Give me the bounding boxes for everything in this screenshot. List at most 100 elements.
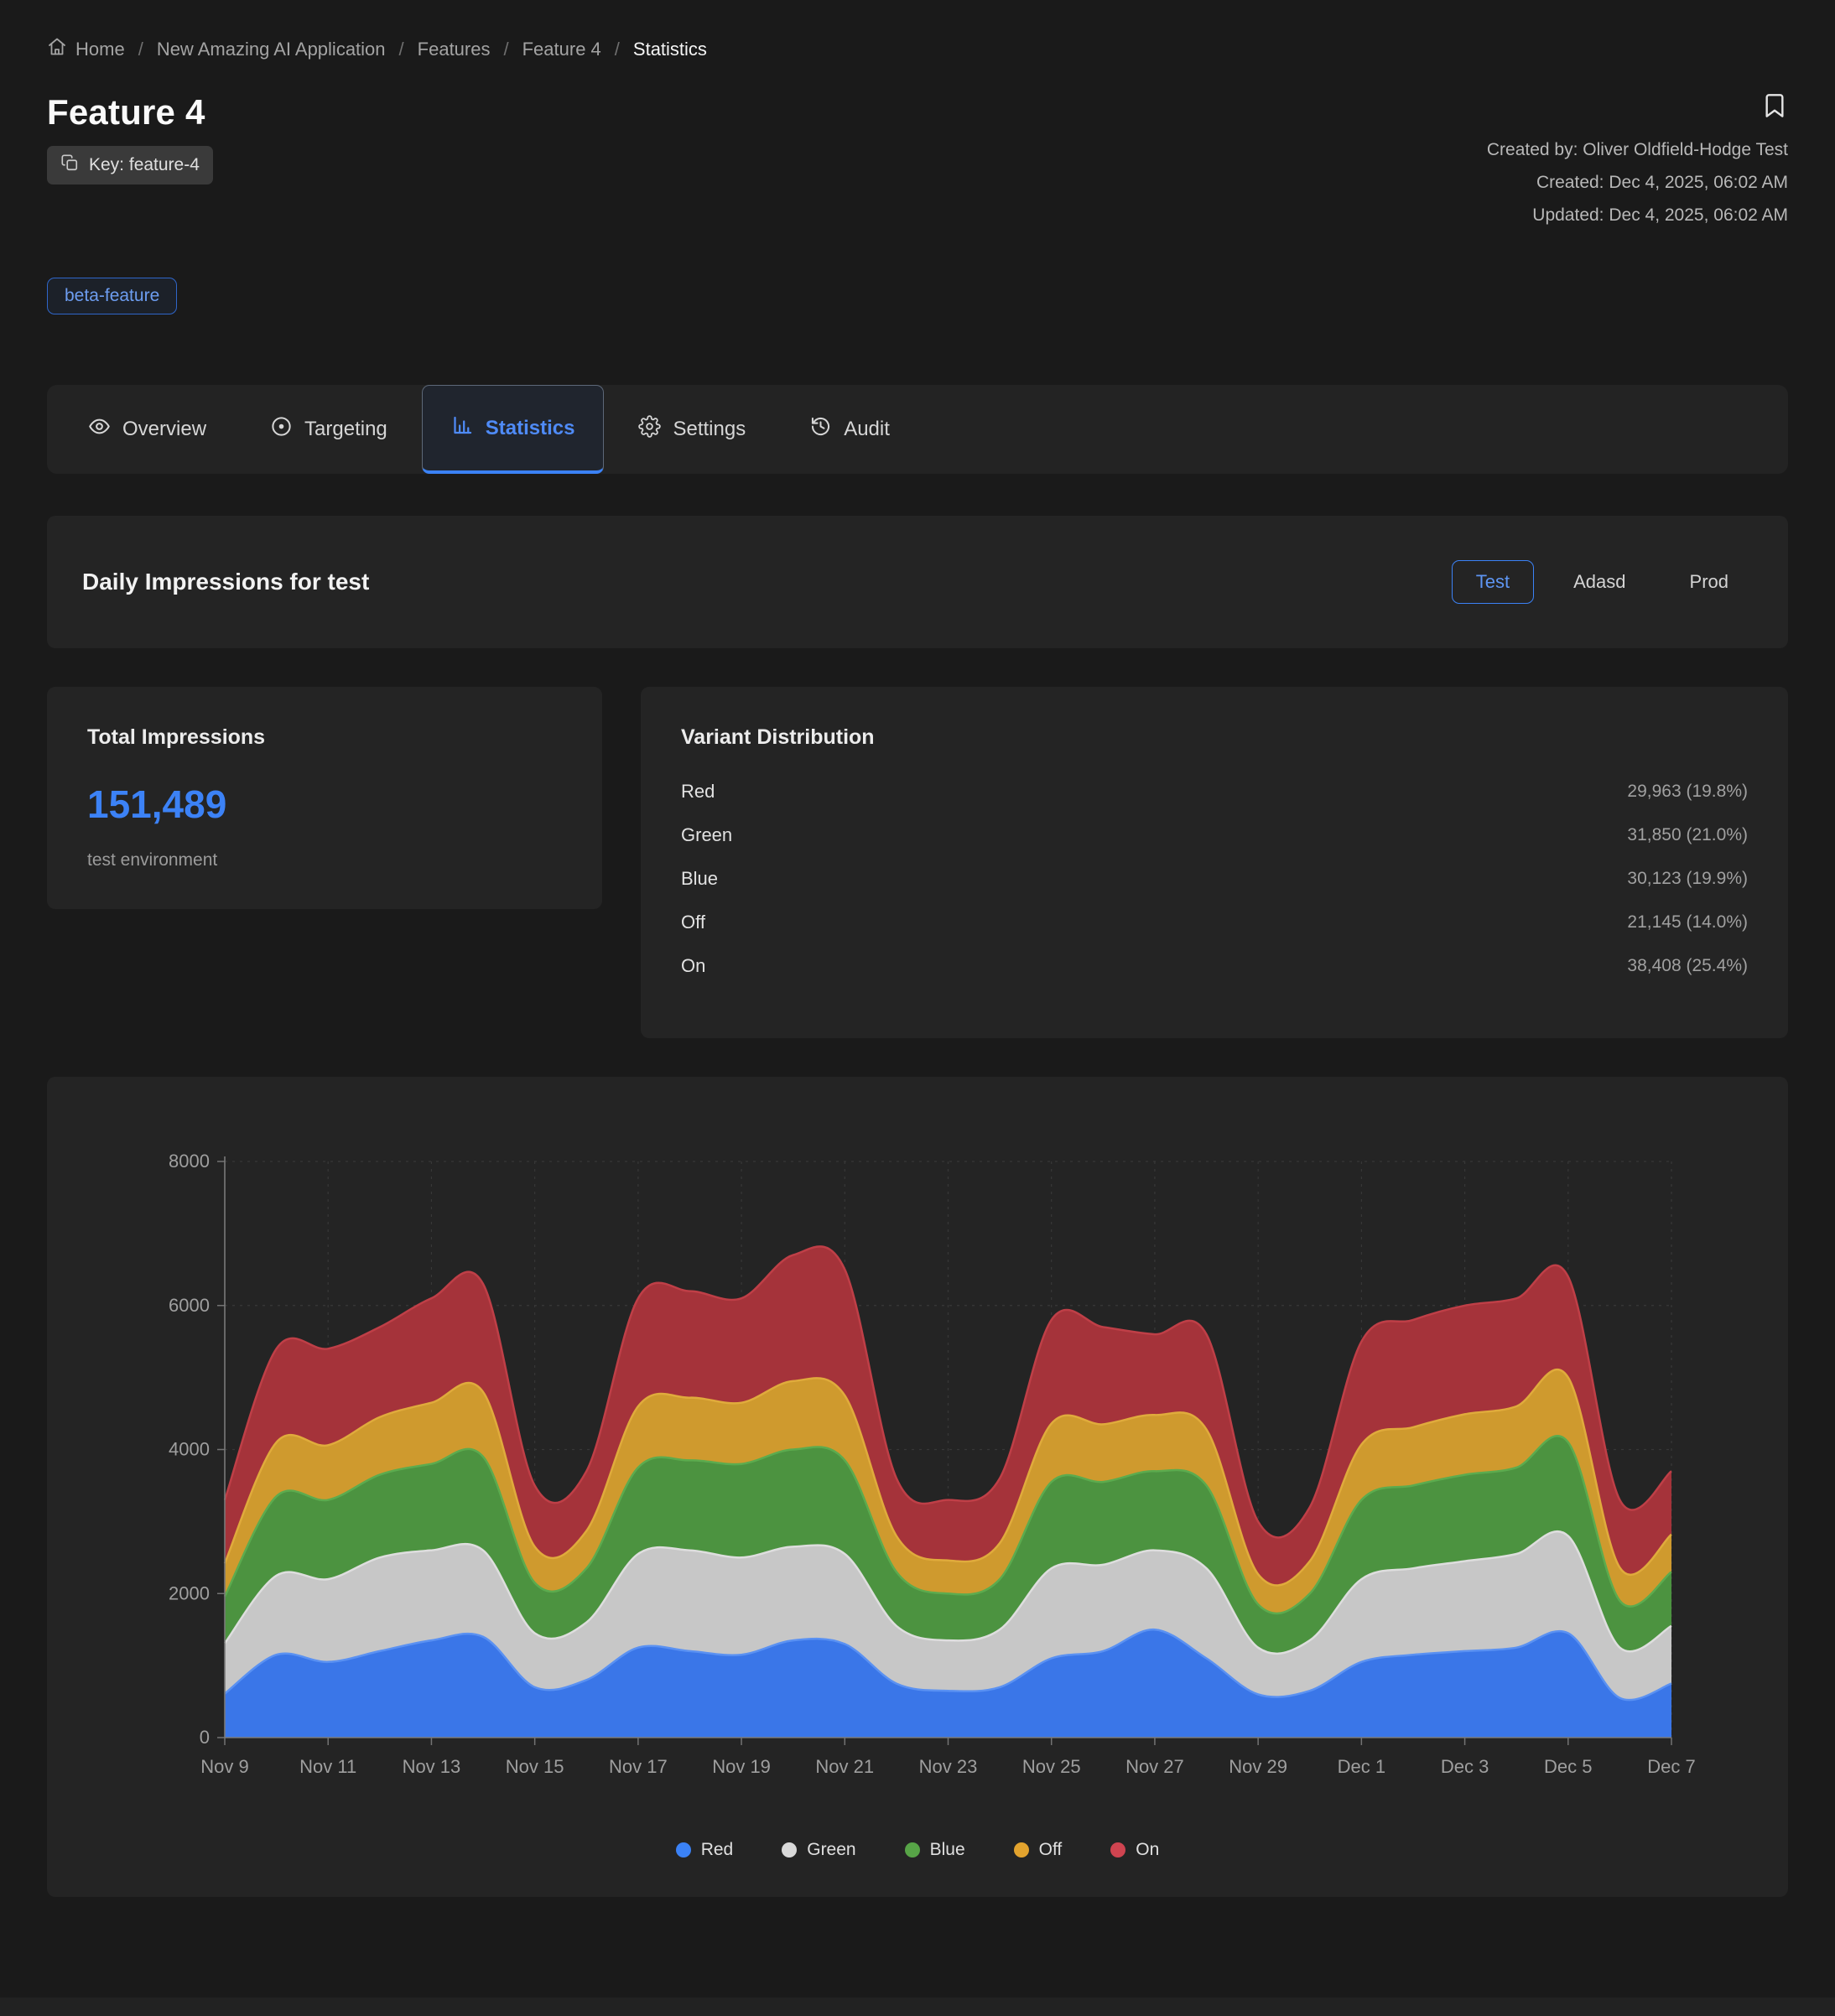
environment-switcher: Test Adasd Prod [1452, 560, 1753, 604]
svg-text:Dec 5: Dec 5 [1544, 1756, 1592, 1777]
breadcrumb-separator: / [399, 39, 404, 60]
tab-overview[interactable]: Overview [59, 385, 236, 474]
variant-value: 29,963 (19.8%) [1627, 782, 1748, 802]
variant-row: Blue 30,123 (19.9%) [681, 857, 1748, 901]
feature-key-chip[interactable]: Key: feature-4 [47, 146, 213, 184]
footer-strip [0, 1998, 1835, 2016]
svg-text:Nov 11: Nov 11 [299, 1756, 356, 1777]
tab-label: Overview [122, 418, 206, 441]
tab-audit[interactable]: Audit [780, 385, 919, 474]
legend-label: Off [1039, 1840, 1063, 1860]
breadcrumb-application[interactable]: New Amazing AI Application [157, 39, 386, 60]
variant-label: Blue [681, 868, 718, 890]
breadcrumb-features[interactable]: Features [418, 39, 491, 60]
breadcrumb-feature-4[interactable]: Feature 4 [522, 39, 601, 60]
legend-label: On [1136, 1840, 1159, 1860]
env-button-prod[interactable]: Prod [1666, 560, 1753, 604]
legend-dot [782, 1842, 797, 1858]
bookmark-icon [1761, 92, 1788, 119]
tab-label: Statistics [486, 417, 575, 440]
legend-dot [1110, 1842, 1125, 1858]
variant-label: Green [681, 824, 732, 846]
tag-beta-feature[interactable]: beta-feature [47, 278, 177, 314]
svg-text:2000: 2000 [169, 1582, 210, 1603]
env-button-adasd[interactable]: Adasd [1549, 560, 1650, 604]
legend-dot [1014, 1842, 1029, 1858]
tab-label: Settings [673, 418, 746, 441]
copy-icon [60, 153, 79, 177]
page-header: Feature 4 Key: feature-4 Created by: Oli… [47, 92, 1788, 226]
svg-text:8000: 8000 [169, 1151, 210, 1172]
created-text: Created: Dec 4, 2025, 06:02 AM [1536, 173, 1788, 193]
legend-item-blue[interactable]: Blue [905, 1840, 965, 1860]
breadcrumb-separator: / [615, 39, 620, 60]
tab-label: Targeting [304, 418, 387, 441]
chart-legend: Red Green Blue Off On [89, 1840, 1746, 1860]
updated-text: Updated: Dec 4, 2025, 06:02 AM [1532, 205, 1788, 226]
variant-value: 21,145 (14.0%) [1627, 912, 1748, 933]
breadcrumb-item-label: Home [75, 39, 125, 60]
feature-meta: Created by: Oliver Oldfield-Hodge Test C… [1487, 140, 1788, 226]
variant-label: Red [681, 781, 715, 803]
bar-chart-icon [451, 414, 474, 443]
feature-key-label: Key: feature-4 [89, 155, 200, 175]
env-button-test[interactable]: Test [1452, 560, 1534, 604]
svg-text:Nov 13: Nov 13 [403, 1756, 461, 1777]
variant-row: Off 21,145 (14.0%) [681, 901, 1748, 944]
breadcrumb-statistics: Statistics [633, 39, 707, 60]
breadcrumb-home[interactable]: Home [47, 37, 125, 62]
created-by-text: Created by: Oliver Oldfield-Hodge Test [1487, 140, 1788, 160]
svg-text:Dec 7: Dec 7 [1647, 1756, 1695, 1777]
svg-text:0: 0 [200, 1727, 210, 1748]
svg-text:Nov 17: Nov 17 [609, 1756, 668, 1777]
breadcrumb: Home / New Amazing AI Application / Feat… [47, 37, 1788, 62]
svg-text:Dec 3: Dec 3 [1441, 1756, 1489, 1777]
total-impressions-subtitle: test environment [87, 850, 562, 870]
legend-dot [905, 1842, 920, 1858]
variant-row: Green 31,850 (21.0%) [681, 813, 1748, 857]
legend-item-off[interactable]: Off [1014, 1840, 1063, 1860]
legend-label: Blue [930, 1840, 965, 1860]
tab-settings[interactable]: Settings [609, 385, 775, 474]
tabs-bar: Overview Targeting Statistics Settings A… [47, 385, 1788, 474]
legend-item-on[interactable]: On [1110, 1840, 1159, 1860]
bookmark-button[interactable] [1761, 92, 1788, 123]
eye-icon [88, 415, 111, 444]
home-icon [47, 37, 67, 62]
legend-label: Red [701, 1840, 734, 1860]
variant-value: 30,123 (19.9%) [1627, 869, 1748, 889]
total-impressions-card: Total Impressions 151,489 test environme… [47, 687, 602, 909]
svg-text:Nov 27: Nov 27 [1125, 1756, 1184, 1777]
variant-value: 38,408 (25.4%) [1627, 956, 1748, 976]
variant-row: Red 29,963 (19.8%) [681, 770, 1748, 813]
svg-text:Nov 19: Nov 19 [712, 1756, 771, 1777]
svg-text:6000: 6000 [169, 1295, 210, 1316]
svg-text:Nov 9: Nov 9 [200, 1756, 248, 1777]
history-icon [809, 415, 832, 444]
svg-text:Nov 21: Nov 21 [815, 1756, 874, 1777]
impressions-chart-panel: 0 2000 4000 6000 8000 Nov 9 Nov 11 Nov 13 Nov 15… [47, 1077, 1788, 1897]
tab-targeting[interactable]: Targeting [241, 385, 417, 474]
tab-label: Audit [844, 418, 890, 441]
svg-text:Nov 25: Nov 25 [1022, 1756, 1081, 1777]
breadcrumb-separator: / [503, 39, 508, 60]
daily-impressions-panel: Daily Impressions for test Test Adasd Pr… [47, 516, 1788, 648]
variant-label: On [681, 955, 705, 977]
svg-text:Nov 15: Nov 15 [506, 1756, 564, 1777]
tab-statistics[interactable]: Statistics [422, 385, 605, 474]
legend-item-green[interactable]: Green [782, 1840, 855, 1860]
gear-icon [638, 415, 661, 444]
legend-item-red[interactable]: Red [676, 1840, 734, 1860]
impressions-panel-title: Daily Impressions for test [82, 569, 369, 595]
impressions-area-chart: 0 2000 4000 6000 8000 Nov 9 Nov 11 Nov 13 Nov 15… [89, 1117, 1746, 1830]
svg-text:Nov 23: Nov 23 [919, 1756, 978, 1777]
total-impressions-title: Total Impressions [87, 725, 562, 750]
breadcrumb-separator: / [138, 39, 143, 60]
svg-text:Dec 1: Dec 1 [1338, 1756, 1385, 1777]
variant-distribution-title: Variant Distribution [681, 725, 1748, 750]
legend-label: Green [807, 1840, 855, 1860]
svg-text:4000: 4000 [169, 1439, 210, 1460]
page-title: Feature 4 [47, 92, 213, 132]
variant-rows: Red 29,963 (19.8%) Green 31,850 (21.0%) … [681, 770, 1748, 988]
svg-text:Nov 29: Nov 29 [1229, 1756, 1287, 1777]
